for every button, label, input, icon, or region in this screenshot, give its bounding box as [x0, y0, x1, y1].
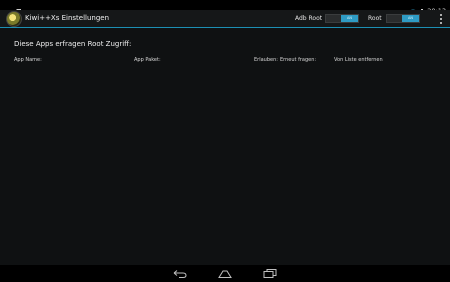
column-header-allow: Erlauben:	[254, 57, 278, 63]
main-content: Diese Apps erfragen Root Zugriff: App Na…	[0, 29, 450, 265]
root-toggle-state: AN	[402, 15, 419, 22]
column-header-app-name: App Name:	[14, 57, 42, 63]
home-icon[interactable]	[217, 268, 233, 279]
navigation-bar	[0, 265, 450, 282]
app-logo-icon[interactable]	[6, 11, 22, 27]
recent-apps-icon[interactable]	[262, 268, 278, 279]
adb-root-toggle[interactable]: AN	[325, 14, 359, 23]
column-header-remove-from-list: Von Liste entfernen	[334, 57, 383, 63]
status-bar: 20:13	[0, 0, 450, 16]
page-heading: Diese Apps erfragen Root Zugriff:	[14, 40, 132, 48]
root-toggle[interactable]: AN	[386, 14, 420, 23]
column-header-ask-again: Erneut fragen:	[280, 57, 317, 63]
column-header-app-package: App Paket:	[134, 57, 161, 63]
adb-root-label: Adb Root	[295, 15, 323, 22]
action-bar: Kiwi++Xs Einstellungen Adb Root AN Root …	[0, 10, 450, 28]
back-icon[interactable]	[172, 268, 188, 279]
overflow-menu-icon[interactable]	[439, 14, 443, 24]
app-title: Kiwi++Xs Einstellungen	[25, 14, 110, 22]
root-label: Root	[368, 15, 382, 22]
adb-root-toggle-state: AN	[341, 15, 358, 22]
